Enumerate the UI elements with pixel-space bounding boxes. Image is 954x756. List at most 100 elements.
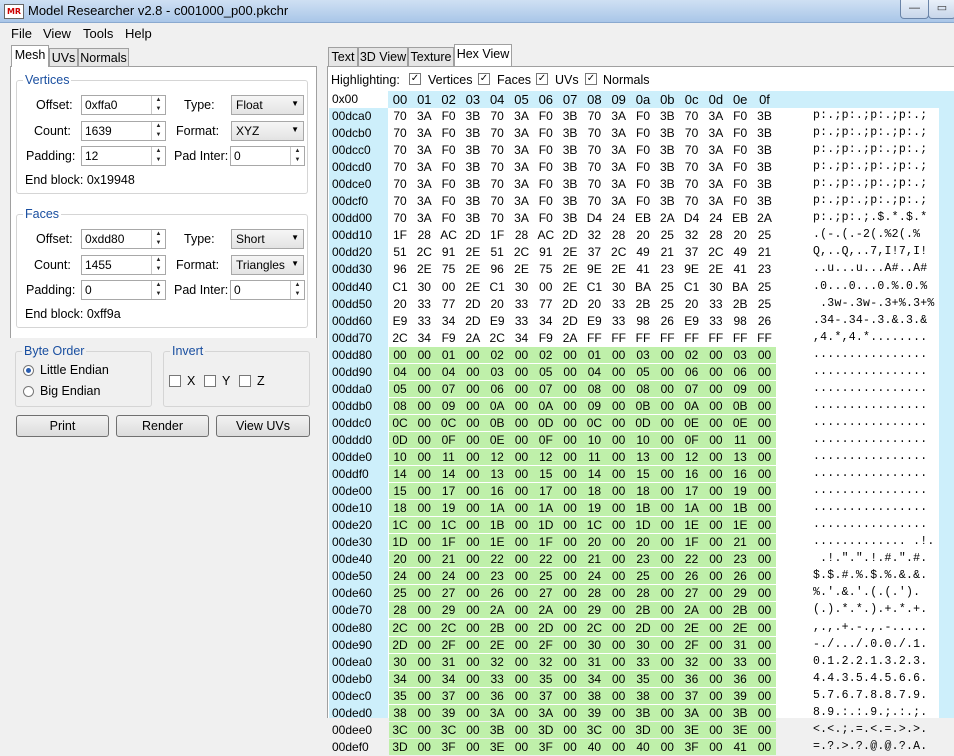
hex-byte[interactable]: 3A: [607, 194, 631, 208]
hex-byte[interactable]: 3A: [510, 211, 534, 225]
hex-byte[interactable]: 0B: [485, 416, 509, 430]
hex-byte[interactable]: 25: [631, 569, 655, 583]
hex-byte[interactable]: 03: [728, 348, 752, 362]
hex-byte[interactable]: D4: [582, 211, 606, 225]
hex-byte[interactable]: 00: [461, 723, 485, 737]
hex-byte[interactable]: 25: [655, 297, 679, 311]
hex-byte[interactable]: 70: [680, 194, 704, 208]
hex-byte[interactable]: 19: [728, 484, 752, 498]
hex-byte[interactable]: 3A: [510, 177, 534, 191]
vertices-type-select[interactable]: Float ▼: [231, 95, 304, 115]
vertices-format-select[interactable]: XYZ ▼: [231, 121, 304, 141]
hex-byte[interactable]: 00: [655, 450, 679, 464]
hex-byte[interactable]: 00: [607, 672, 631, 686]
highlight-uvs-checkbox[interactable]: ✓: [536, 73, 548, 85]
hex-byte[interactable]: 0E: [485, 433, 509, 447]
hex-byte[interactable]: FF: [655, 331, 679, 345]
hex-byte[interactable]: F9: [534, 331, 558, 345]
hex-byte[interactable]: 00: [655, 655, 679, 669]
hex-byte[interactable]: 20: [582, 297, 606, 311]
hex-byte[interactable]: 3B: [461, 126, 485, 140]
hex-byte[interactable]: 00: [510, 740, 534, 754]
hex-byte[interactable]: 00: [655, 586, 679, 600]
hex-byte[interactable]: 00: [655, 518, 679, 532]
hex-byte[interactable]: 41: [728, 740, 752, 754]
hex-byte[interactable]: 20: [728, 228, 752, 242]
menu-tools[interactable]: Tools: [83, 26, 113, 41]
hex-byte[interactable]: 2D: [461, 297, 485, 311]
hex-row[interactable]: 00ddd0 0D 00 0F 00 0E 00 0F 00 10 00 10 00 0F 00 11 00..…: [329, 431, 954, 449]
hex-byte[interactable]: 00: [461, 416, 485, 430]
hex-byte[interactable]: 00: [412, 740, 436, 754]
hex-byte[interactable]: 00: [558, 399, 582, 413]
hex-byte[interactable]: F0: [534, 177, 558, 191]
hex-byte[interactable]: 00: [510, 365, 534, 379]
hex-byte[interactable]: 00: [412, 569, 436, 583]
hex-byte[interactable]: 00: [704, 518, 728, 532]
hex-byte[interactable]: 02: [534, 348, 558, 362]
hex-row[interactable]: 00de90 2D 00 2F 00 2E 00 2F 00 30 00 30 00 2F 00 31 00 -.…: [329, 636, 954, 654]
hex-byte[interactable]: 2C: [582, 621, 606, 635]
hex-byte[interactable]: F0: [728, 177, 752, 191]
hex-byte[interactable]: 37: [582, 245, 606, 259]
hex-byte[interactable]: 2B: [728, 603, 752, 617]
hex-byte[interactable]: 00: [704, 586, 728, 600]
hex-byte[interactable]: 00: [510, 399, 534, 413]
hex-byte[interactable]: 00: [461, 399, 485, 413]
hex-row[interactable]: 00de20 1C 00 1C 00 1B 00 1D 00 1C 00 1D 00 1E 00 1E 00..…: [329, 517, 954, 534]
hex-byte[interactable]: 2E: [558, 280, 582, 294]
hex-byte[interactable]: 00: [461, 569, 485, 583]
hex-byte[interactable]: 39: [728, 689, 752, 703]
hex-byte[interactable]: 20: [485, 297, 509, 311]
hex-byte[interactable]: 2D: [388, 638, 412, 652]
hex-byte[interactable]: 31: [582, 655, 606, 669]
hex-byte[interactable]: 70: [485, 177, 509, 191]
hex-byte[interactable]: 2E: [461, 245, 485, 259]
print-button[interactable]: Print: [16, 415, 109, 437]
hex-byte[interactable]: 00: [704, 723, 728, 737]
hex-byte[interactable]: 01: [437, 348, 461, 362]
hex-byte[interactable]: 00: [704, 450, 728, 464]
hex-byte[interactable]: 9E: [680, 262, 704, 276]
hex-byte[interactable]: 3F: [437, 740, 461, 754]
hex-byte[interactable]: 3A: [510, 109, 534, 123]
hex-byte[interactable]: 2F: [680, 638, 704, 652]
highlight-faces-checkbox[interactable]: ✓: [478, 73, 490, 85]
hex-byte[interactable]: FF: [607, 331, 631, 345]
invert-x-checkbox[interactable]: [169, 375, 181, 387]
hex-byte[interactable]: 15: [388, 484, 412, 498]
hex-byte[interactable]: 00: [510, 501, 534, 515]
hex-byte[interactable]: 70: [485, 194, 509, 208]
hex-byte[interactable]: 00: [607, 365, 631, 379]
hex-byte[interactable]: 27: [534, 586, 558, 600]
hex-byte[interactable]: 00: [461, 382, 485, 396]
hex-byte[interactable]: D4: [680, 211, 704, 225]
spin-icon[interactable]: ▲ ▼: [151, 96, 165, 114]
hex-byte[interactable]: 28: [582, 586, 606, 600]
hex-byte[interactable]: 1A: [680, 501, 704, 515]
hex-row[interactable]: 00ded0 38 00 39 00 3A 00 3A 00 39 00 3B 00 3A 00 3B 00 8.…: [329, 704, 954, 722]
hex-byte[interactable]: 16: [485, 484, 509, 498]
hex-byte[interactable]: 2D: [461, 228, 485, 242]
hex-byte[interactable]: 00: [704, 638, 728, 652]
hex-byte[interactable]: 00: [534, 280, 558, 294]
hex-byte[interactable]: 00: [558, 569, 582, 583]
hex-byte[interactable]: 26: [728, 569, 752, 583]
hex-byte[interactable]: 00: [704, 552, 728, 566]
hex-byte[interactable]: 04: [582, 365, 606, 379]
hex-byte[interactable]: FF: [704, 331, 728, 345]
hex-byte[interactable]: 00: [461, 552, 485, 566]
faces-padding-input[interactable]: 0 ▲ ▼: [81, 280, 166, 300]
hex-byte[interactable]: 13: [728, 450, 752, 464]
hex-byte[interactable]: 24: [437, 569, 461, 583]
hex-byte[interactable]: F0: [437, 126, 461, 140]
menu-view[interactable]: View: [43, 26, 71, 41]
hex-row[interactable]: 00dd20 51 2C 91 2E 51 2C 91 2E 37 2C 49 21 37 2C 49 21 Q,…: [329, 244, 954, 261]
hex-byte[interactable]: 49: [728, 245, 752, 259]
hex-byte[interactable]: 37: [680, 245, 704, 259]
hex-byte[interactable]: 30: [607, 280, 631, 294]
hex-byte[interactable]: 33: [510, 297, 534, 311]
hex-byte[interactable]: 00: [412, 689, 436, 703]
render-button[interactable]: Render: [116, 415, 209, 437]
hex-byte[interactable]: C1: [485, 280, 509, 294]
